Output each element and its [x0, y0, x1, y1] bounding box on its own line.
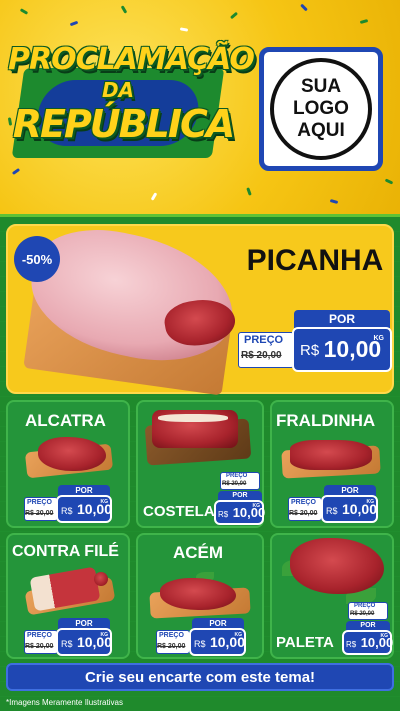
unit-label: KG	[380, 633, 389, 639]
por-label: POR	[294, 310, 390, 328]
price-tag: POR PREÇO R$ 20,00 R$ 10,00 KG	[288, 485, 378, 525]
old-price: R$ 20,00	[222, 481, 247, 487]
logo-line-2: LOGO	[293, 98, 349, 120]
old-price: R$ 20,00	[25, 510, 54, 517]
fat-detail	[158, 414, 228, 422]
featured-price-tag: POR PREÇO R$ 20,00 R$ 10,00 KG	[238, 310, 392, 374]
logo-line-1: SUA	[300, 76, 342, 98]
preco-label: PREÇO	[226, 473, 248, 479]
new-price: R$ 10,00 KG	[342, 630, 394, 655]
currency-label: R$	[194, 639, 206, 649]
price-tag: POR PREÇO R$ 20,00 R$ 10,00 KG	[24, 485, 112, 525]
product-name: ACÉM	[173, 543, 224, 562]
title-line-2: DA	[101, 78, 135, 102]
alcatra-image	[38, 437, 106, 471]
product-name: COSTELA	[143, 503, 215, 520]
preco-label: PREÇO	[291, 499, 316, 506]
campaign-title: PROCLAMAÇÃO DA REPÚBLICA	[8, 38, 255, 168]
logo-circle: SUA LOGO AQUI	[270, 58, 372, 160]
unit-label: KG	[100, 499, 109, 505]
preco-label: PREÇO	[244, 334, 284, 346]
old-price: R$ 20,00	[241, 350, 282, 361]
preco-label: PREÇO	[159, 632, 184, 639]
currency-label: R$	[61, 639, 73, 649]
disclaimer-text: *Imagens Meramente Ilustrativas	[6, 698, 123, 707]
unit-label: KG	[252, 503, 261, 509]
currency-label: R$	[326, 506, 338, 516]
new-price: R$ 10,00 KG	[214, 500, 266, 525]
price-tag: POR PREÇO R$ 20,00 R$ 10,00 KG	[156, 618, 246, 658]
unit-label: KG	[100, 632, 109, 638]
old-price: R$ 20,00	[157, 643, 186, 650]
new-price: R$ 10,00 KG	[189, 628, 246, 656]
header-banner: PROCLAMAÇÃO DA REPÚBLICA SUA LOGO AQUI	[0, 0, 400, 222]
old-price: R$ 20,00	[350, 611, 375, 617]
logo-line-3: AQUI	[297, 119, 345, 141]
discount-badge: -50%	[14, 236, 60, 282]
old-price: R$ 20,00	[289, 510, 318, 517]
unit-label: KG	[366, 499, 375, 505]
currency-label: R$	[218, 510, 229, 519]
fraldinha-image	[290, 440, 372, 470]
acem-image	[160, 578, 236, 610]
preco-label: PREÇO	[27, 499, 52, 506]
preco-label: PREÇO	[27, 632, 52, 639]
tomato-icon	[94, 572, 108, 586]
new-price: R$ 10,00 KG	[321, 495, 378, 523]
logo-placeholder: SUA LOGO AQUI	[259, 47, 383, 171]
product-name: ALCATRA	[25, 411, 106, 430]
product-name: CONTRA FILÉ	[12, 543, 119, 560]
currency-label: R$	[300, 342, 320, 359]
title-line-1: PROCLAMAÇÃO	[8, 42, 255, 77]
price-value: 10,00	[360, 635, 394, 650]
new-price: R$ 10,00 KG	[292, 327, 392, 372]
new-price: R$ 10,00 KG	[56, 495, 112, 523]
currency-label: R$	[61, 506, 73, 516]
title-line-3: REPÚBLICA	[12, 102, 236, 146]
new-price: R$ 10,00 KG	[56, 628, 112, 656]
currency-label: R$	[346, 640, 357, 649]
create-flyer-button[interactable]: Crie seu encarte com este tema!	[6, 663, 394, 691]
product-name: FRALDINHA	[276, 411, 376, 430]
price-tag: PREÇO R$ 20,00 POR R$ 10,00 KG	[342, 602, 394, 657]
featured-product-name: PICANHA	[246, 244, 384, 277]
preco-label: PREÇO	[354, 603, 376, 609]
price-tag: POR PREÇO R$ 20,00 R$ 10,00 KG	[24, 618, 112, 658]
product-name: PALETA	[276, 634, 334, 651]
price-tag: PREÇO R$ 20,00 POR R$ 10,00 KG	[214, 472, 266, 527]
unit-label: KG	[373, 335, 385, 342]
price-value: 10,00	[232, 505, 266, 520]
unit-label: KG	[234, 632, 243, 638]
old-price: R$ 20,00	[25, 643, 54, 650]
